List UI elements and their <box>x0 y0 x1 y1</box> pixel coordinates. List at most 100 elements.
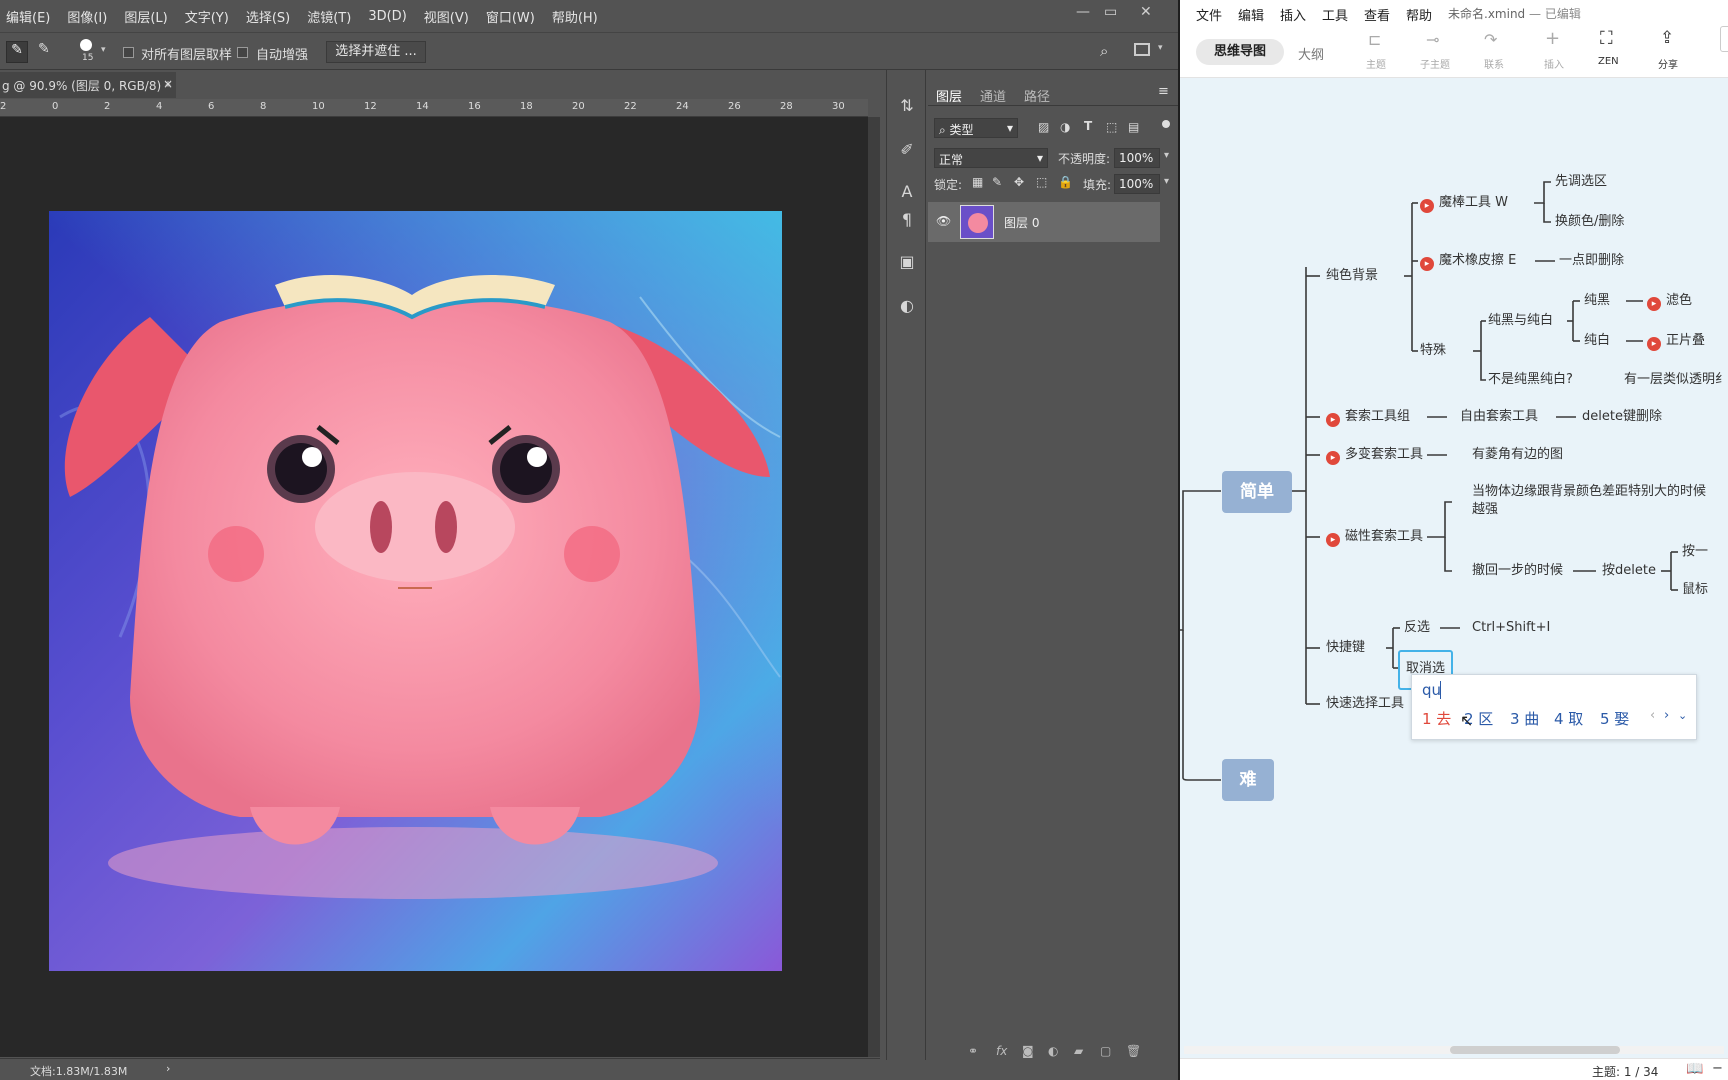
new-group-icon[interactable]: ▰ <box>1074 1044 1083 1058</box>
tab-outline[interactable]: 大纲 <box>1298 44 1324 63</box>
lock-artboard-icon[interactable]: ⬚ <box>1036 175 1047 189</box>
layer-filter-select[interactable]: ⌕ 类型 ▾ <box>934 118 1018 138</box>
topic-undo-step[interactable]: 撤回一步的时候 <box>1470 562 1566 580</box>
chevron-right-icon[interactable]: › <box>166 1062 170 1075</box>
topic-magic-wand[interactable]: ▸ 魔棒工具 W <box>1418 194 1511 213</box>
sample-all-layers-checkbox[interactable] <box>123 47 134 58</box>
xm-menu-file[interactable]: 文件 <box>1196 5 1222 24</box>
adjustments-icon[interactable]: ▣ <box>897 252 917 272</box>
xm-menu-edit[interactable]: 编辑 <box>1238 5 1264 24</box>
menu-view[interactable]: 视图(V) <box>424 7 469 26</box>
tab-channels[interactable]: 通道 <box>980 86 1006 105</box>
topic-delete-key[interactable]: delete键删除 <box>1580 408 1664 426</box>
menu-edit[interactable]: 编辑(E) <box>6 7 50 26</box>
adjustment-layer-icon[interactable]: ◐ <box>1048 1044 1058 1058</box>
topic-not-pure[interactable]: 不是纯黑纯白? <box>1486 371 1575 389</box>
menu-help[interactable]: 帮助(H) <box>552 7 598 26</box>
root-topic-easy[interactable]: 简单 <box>1222 471 1292 513</box>
topic-poly-desc[interactable]: 有菱角有边的图 <box>1470 446 1566 464</box>
topic-screen[interactable]: ▸ 滤色 <box>1645 292 1695 311</box>
topic-pure-white[interactable]: 纯白 <box>1582 332 1613 350</box>
root-topic-hard[interactable]: 难 <box>1222 759 1274 801</box>
xm-menu-tools[interactable]: 工具 <box>1322 5 1348 24</box>
filter-pixel-icon[interactable]: ▨ <box>1038 120 1049 134</box>
canvas-area[interactable] <box>0 117 868 1057</box>
menu-type[interactable]: 文字(Y) <box>185 7 229 26</box>
workspace-icon[interactable] <box>1134 43 1150 56</box>
topic-multiply[interactable]: ▸ 正片叠 <box>1645 332 1708 351</box>
lock-all-icon[interactable]: 🔒 <box>1058 175 1073 189</box>
add-mask-icon[interactable]: ◙ <box>1022 1044 1034 1058</box>
layer-row[interactable]: 👁 图层 0 <box>928 202 1160 242</box>
search-icon[interactable]: ⌕ <box>1100 42 1108 60</box>
topic-press-delete[interactable]: 按delete <box>1600 562 1658 580</box>
topic-lasso-group[interactable]: ▸ 套索工具组 <box>1324 408 1413 427</box>
menu-filter[interactable]: 滤镜(T) <box>307 7 351 26</box>
fx-icon[interactable]: fx <box>996 1044 1007 1058</box>
document-image[interactable] <box>0 117 868 1057</box>
tab-layers[interactable]: 图层 <box>936 86 962 105</box>
vertical-scrollbar[interactable] <box>868 117 880 1057</box>
topic-pure-bw[interactable]: 纯黑与纯白 <box>1486 312 1556 330</box>
topic-magnetic-lasso[interactable]: ▸ 磁性套索工具 <box>1324 528 1426 547</box>
chevron-down-icon[interactable]: ▾ <box>1158 43 1163 53</box>
share-icon[interactable]: ⇪ <box>1660 28 1674 48</box>
menu-3d[interactable]: 3D(D) <box>368 9 406 24</box>
styles-icon[interactable]: ◐ <box>897 296 917 316</box>
topic-quick-select[interactable]: 快速选择工具 <box>1324 695 1407 713</box>
menu-layer[interactable]: 图层(L) <box>124 7 167 26</box>
relationship-icon[interactable]: ↷ <box>1484 30 1497 49</box>
minimize-button[interactable]: — <box>1076 4 1090 20</box>
xm-menu-insert[interactable]: 插入 <box>1280 5 1306 24</box>
topic-solid-bg[interactable]: 纯色背景 <box>1324 267 1381 285</box>
chevron-down-icon[interactable]: ▾ <box>1164 176 1169 187</box>
filter-smart-icon[interactable]: ▤ <box>1128 120 1139 134</box>
chevron-down-icon[interactable]: ▾ <box>1164 150 1169 161</box>
link-layers-icon[interactable]: ⚭ <box>968 1044 978 1058</box>
opacity-input[interactable]: 100% <box>1114 148 1160 168</box>
topic-magnetic-desc[interactable]: 当物体边缘跟背景颜色差距特别大的时候 越强 <box>1470 483 1709 519</box>
brush-settings-icon[interactable]: ✐ <box>897 140 917 160</box>
menu-select[interactable]: 选择(S) <box>246 7 290 26</box>
history-icon[interactable]: ⇅ <box>897 96 917 116</box>
character-icon[interactable]: A <box>897 182 917 202</box>
paragraph-icon[interactable]: ¶ <box>897 210 917 230</box>
restore-button[interactable]: ▭ <box>1104 4 1117 20</box>
topic-one-click-delete[interactable]: 一点即删除 <box>1557 252 1627 270</box>
topic-shortcuts[interactable]: 快捷键 <box>1324 639 1368 657</box>
xm-menu-view[interactable]: 查看 <box>1364 5 1390 24</box>
new-layer-icon[interactable]: ▢ <box>1100 1044 1111 1058</box>
add-to-selection-icon[interactable]: ✎ <box>38 41 50 57</box>
menu-window[interactable]: 窗口(W) <box>486 7 535 26</box>
document-tab[interactable]: g @ 90.9% (图层 0, RGB/8) * × <box>0 72 176 98</box>
filter-shape-icon[interactable]: ⬚ <box>1106 120 1117 134</box>
brush-preview-icon[interactable] <box>80 39 92 51</box>
zen-icon[interactable]: ⛶ <box>1600 28 1613 49</box>
ime-candidate[interactable]: 1 去 <box>1422 708 1451 729</box>
select-and-mask-button[interactable]: 选择并遮住 ... <box>326 41 426 63</box>
lock-transparent-icon[interactable]: ▦ <box>972 175 983 189</box>
more-button[interactable] <box>1720 26 1728 52</box>
tab-paths[interactable]: 路径 <box>1024 86 1050 105</box>
scrollbar-thumb[interactable] <box>1450 1046 1620 1054</box>
chevron-left-icon[interactable]: ‹ <box>1650 708 1655 723</box>
menu-image[interactable]: 图像(I) <box>67 7 107 26</box>
chevron-down-icon[interactable]: ⌄ <box>1678 709 1687 722</box>
filter-toggle-icon[interactable] <box>1162 120 1170 128</box>
topic-mouse[interactable]: 鼠标 <box>1680 581 1711 599</box>
tab-mindmap[interactable]: 思维导图 <box>1196 39 1284 65</box>
xm-menu-help[interactable]: 帮助 <box>1406 5 1432 24</box>
chevron-down-icon[interactable]: ▾ <box>101 45 106 55</box>
topic-icon[interactable]: ⊏ <box>1368 30 1381 49</box>
ime-candidate[interactable]: 3 曲 <box>1510 708 1539 729</box>
zoom-out-icon[interactable]: − <box>1712 1061 1723 1076</box>
subtopic-icon[interactable]: ⊸ <box>1426 30 1439 49</box>
lock-position-icon[interactable]: ✥ <box>1014 175 1024 189</box>
visibility-eye-icon[interactable]: 👁 <box>936 214 951 228</box>
topic-transparent[interactable]: 有一层类似透明纟 <box>1622 371 1728 389</box>
topic-press-one[interactable]: 按一 <box>1680 543 1711 561</box>
quick-select-tool-icon[interactable]: ✎ <box>6 41 28 63</box>
chevron-right-icon[interactable]: › <box>1664 708 1669 723</box>
topic-change-color[interactable]: 换颜色/删除 <box>1553 213 1627 231</box>
mindmap-canvas[interactable]: 简单 难 纯色背景 ▸ 魔棒工具 W 先调选区 换颜色/删除 ▸ 魔术橡皮擦 E 一… <box>1180 78 1728 1058</box>
